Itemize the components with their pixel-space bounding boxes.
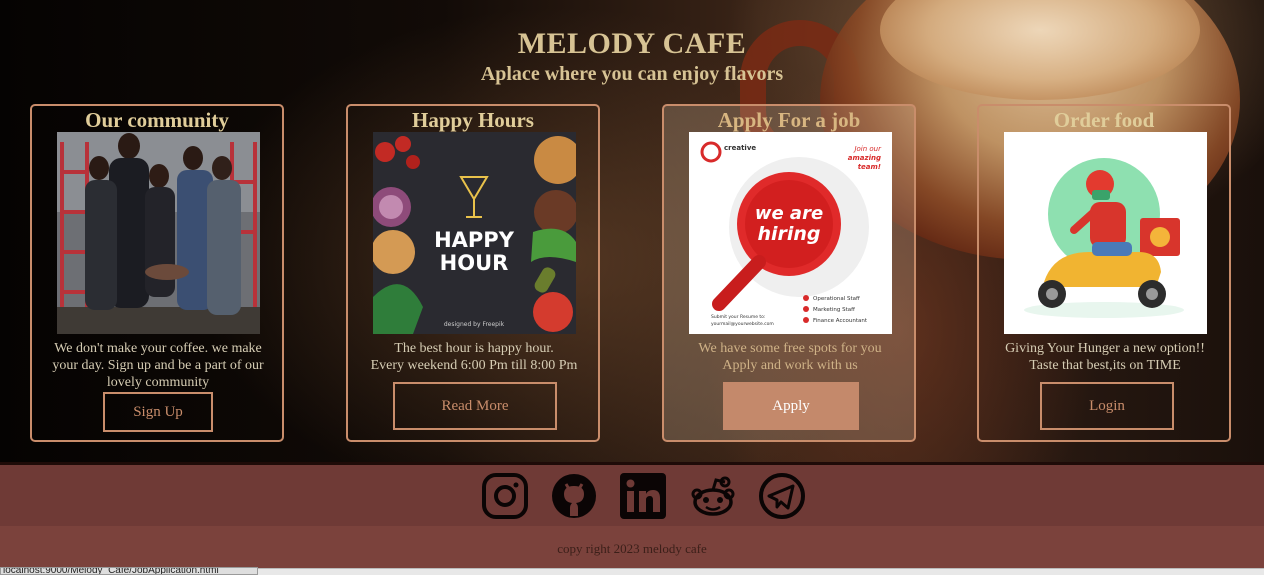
copyright-text: copy right 2023 melody cafe: [557, 541, 707, 556]
card-title: Our community: [85, 108, 229, 132]
join-text: Join our: [852, 145, 882, 153]
desc-line: lovely community: [106, 375, 210, 390]
role-text: Finance Accountant: [813, 318, 868, 324]
desc-line: Every weekend 6:00 Pm till 8:00 Pm: [370, 358, 578, 373]
delivery-image: [1004, 132, 1207, 334]
desc-line: We don't make your coffee. we make: [54, 341, 262, 356]
hiring-text: hiring: [757, 223, 820, 245]
happy-text: HAPPY: [434, 228, 515, 252]
apply-button[interactable]: Apply: [723, 382, 859, 430]
card-description: The best hour is happy hour. Every weeke…: [354, 340, 594, 374]
role-text: Operational Staff: [813, 296, 860, 302]
read-more-button[interactable]: Read More: [393, 382, 557, 430]
telegram-icon[interactable]: [758, 472, 806, 520]
site-subtitle: Aplace where you can enjoy flavors: [480, 63, 784, 85]
card-title: Happy Hours: [412, 108, 534, 132]
hour-text: HOUR: [440, 251, 509, 275]
browser-status-url: localhost:9000/Melody_Cafe/JobApplicatio…: [0, 567, 258, 575]
happy-hour-image: HAPPY HOUR designed by Freepik: [373, 132, 576, 334]
desc-line: We have some free spots for you: [698, 341, 882, 356]
card-description: Giving Your Hunger a new option!! Taste …: [985, 340, 1225, 374]
submit-text: Submit your Resume to:: [711, 314, 765, 320]
desc-line: Apply and work with us: [722, 358, 858, 373]
card-community: Our community We don't make your coffee.…: [30, 104, 284, 442]
horizontal-scrollbar[interactable]: [258, 568, 1264, 575]
role-text: Marketing Staff: [813, 307, 855, 313]
community-photo: [57, 132, 260, 334]
card-title: Order food: [1053, 108, 1155, 132]
card-title: Apply For a job: [717, 108, 861, 132]
login-button[interactable]: Login: [1040, 382, 1174, 430]
desc-line: Giving Your Hunger a new option!!: [1005, 341, 1205, 356]
submit-text: yourmail@yourwebsite.com: [711, 321, 774, 327]
linkedin-icon[interactable]: [619, 472, 667, 520]
sign-up-button[interactable]: Sign Up: [103, 392, 213, 432]
card-happy-hours: Happy Hours HAPPY HOUR designed by Freep…: [346, 104, 600, 442]
github-icon[interactable]: [550, 472, 598, 520]
hiring-image: creative Join our amazing team! we are h…: [689, 132, 892, 334]
card-apply-job: Apply For a job creative Join our amazin…: [662, 104, 916, 442]
desc-line: The best hour is happy hour.: [394, 341, 554, 356]
reddit-icon[interactable]: [689, 472, 737, 520]
site-header: MELODY CAFE Aplace where you can enjoy f…: [0, 27, 1264, 87]
instagram-icon[interactable]: [481, 472, 529, 520]
desc-line: your day. Sign up and be a part of our: [52, 358, 264, 373]
join-text: amazing: [848, 154, 881, 162]
credit-text: designed by Freepik: [444, 321, 505, 328]
desc-line: Taste that best,its on TIME: [1029, 358, 1181, 373]
card-description: We have some free spots for you Apply an…: [670, 340, 910, 374]
join-text: team!: [858, 163, 881, 171]
card-description: We don't make your coffee. we make your …: [38, 340, 278, 391]
card-order-food: Order food Giving Your Hunger a new opti…: [977, 104, 1231, 442]
we-are-text: we are: [755, 203, 823, 224]
brand-text: creative: [724, 144, 756, 152]
site-title: MELODY CAFE: [517, 27, 747, 60]
